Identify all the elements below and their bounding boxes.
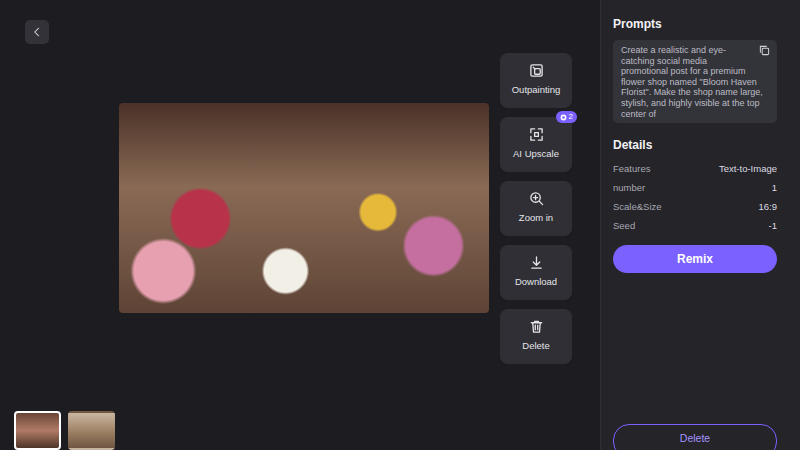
credit-badge: 2 [556,111,577,123]
detail-row: Features Text-to-Image [613,159,777,178]
tool-label: Zoom in [519,211,553,225]
prompt-box: Create a realistic and eye-catching soci… [613,40,777,123]
chevron-left-icon [31,26,43,38]
tool-button[interactable]: Delete [500,309,572,364]
thumbnail[interactable] [14,411,61,450]
detail-label: Features [613,159,651,178]
detail-label: number [613,178,645,197]
prompt-text: Create a realistic and eye-catching soci… [621,45,763,119]
download-icon [529,255,544,270]
trash-icon [529,319,544,334]
detail-value: Text-to-Image [719,159,777,178]
details-list: Features Text-to-Image number 1 Scale&Size 16… [613,159,777,235]
detail-row: number 1 [613,178,777,197]
tool-button[interactable]: Zoom in [500,181,572,236]
tool-button[interactable]: AI Upscale2 [500,117,572,172]
details-heading: Details [613,137,777,153]
side-panel: Prompts Create a realistic and eye-catchi… [600,0,800,450]
remix-button[interactable]: Remix [613,245,777,273]
upscale-icon [529,127,544,142]
copy-button[interactable] [759,45,771,57]
prompts-heading: Prompts [613,16,777,32]
coin-icon [560,114,567,121]
detail-value: -1 [769,216,777,235]
delete-button[interactable]: Delete [613,424,777,450]
detail-row: Seed -1 [613,216,777,235]
zoom-in-icon [529,191,544,206]
detail-label: Scale&Size [613,197,662,216]
badge-count: 2 [569,112,573,122]
detail-label: Seed [613,216,635,235]
copy-icon [759,45,770,57]
outpainting-icon [529,63,544,78]
tool-label: AI Upscale [513,147,559,161]
detail-value: 1 [772,178,777,197]
canvas-area: OutpaintingAI Upscale2Zoom inDownloadDel… [0,53,600,364]
thumbnail-strip [0,411,600,450]
workspace: OutpaintingAI Upscale2Zoom inDownloadDel… [0,0,600,450]
tool-label: Download [515,275,557,289]
tool-label: Outpainting [512,83,561,97]
tool-label: Delete [522,339,549,353]
tool-button[interactable]: Download [500,245,572,300]
detail-value: 16:9 [759,197,778,216]
tool-bar: OutpaintingAI Upscale2Zoom inDownloadDel… [500,53,572,364]
thumbnail[interactable] [68,411,115,450]
generated-image[interactable] [119,103,489,313]
tool-button[interactable]: Outpainting [500,53,572,108]
back-button[interactable] [25,20,49,44]
top-bar [0,0,600,53]
detail-row: Scale&Size 16:9 [613,197,777,216]
